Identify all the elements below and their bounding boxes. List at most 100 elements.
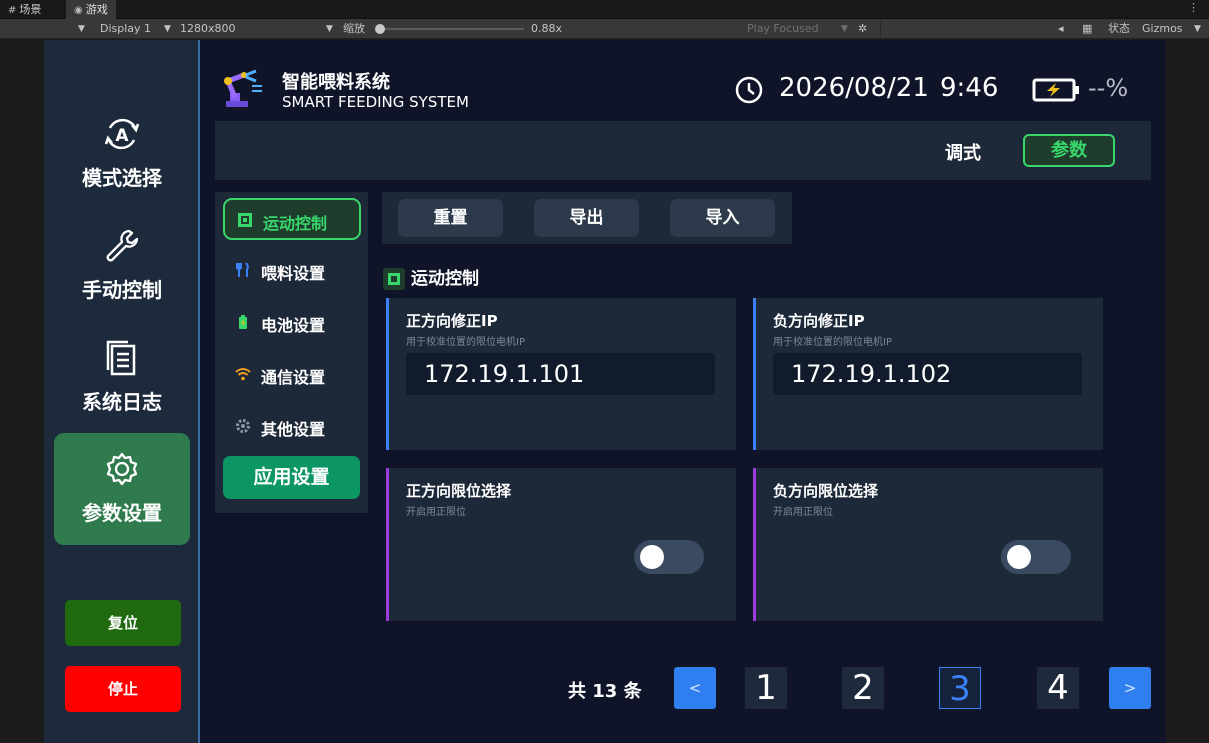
sidebar-item-parameter-settings[interactable]: 参数设置 — [54, 433, 190, 545]
more-icon[interactable]: ⋮ — [1188, 1, 1199, 14]
tab-game[interactable]: ◉ 游戏 — [66, 0, 116, 19]
chip-icon — [237, 212, 253, 228]
battery-charging-icon — [1032, 78, 1080, 106]
page-button-1[interactable]: 1 — [745, 667, 787, 709]
page-button-3[interactable]: 3 — [939, 667, 981, 709]
positive-limit-card: 正方向限位选择 开启用正限位 — [386, 468, 736, 621]
game-toolbar: ▼ Display 1 ▼ 1280x800 ▼ 缩放 0.88x Play F… — [0, 19, 1209, 39]
chevron-down-icon[interactable]: ▼ — [78, 19, 85, 39]
stop-button[interactable]: 停止 — [65, 666, 181, 712]
reset-button[interactable]: 复位 — [65, 600, 181, 646]
card-subtitle: 开启用正限位 — [406, 507, 466, 518]
keyboard-icon[interactable]: ▦ — [1082, 19, 1092, 39]
play-mode-dropdown[interactable]: Play Focused — [747, 19, 819, 39]
document-icon — [102, 338, 142, 382]
divider — [880, 21, 881, 37]
svg-text:A: A — [115, 126, 129, 146]
import-button[interactable]: 导入 — [670, 199, 775, 237]
sidebar-item-manual-control[interactable]: 手动控制 — [54, 210, 190, 322]
reset-defaults-button[interactable]: 重置 — [398, 199, 503, 237]
subnav-item-label: 电池设置 — [261, 316, 326, 335]
gear-icon — [102, 449, 142, 493]
subnav-item-feeding-settings[interactable]: 喂料设置 — [223, 250, 361, 292]
section-title: 运动控制 — [383, 264, 479, 290]
card-title: 负方向修正IP — [773, 312, 865, 330]
zoom-slider-track[interactable] — [384, 28, 524, 30]
card-title: 负方向限位选择 — [773, 482, 879, 500]
tab-game-label: 游戏 — [85, 3, 108, 16]
stats-button[interactable]: 状态 — [1108, 19, 1130, 39]
subnav-item-communication-settings[interactable]: 通信设置 — [223, 354, 361, 396]
audio-icon[interactable]: ◂ — [1058, 19, 1064, 39]
toggle-knob — [1007, 545, 1031, 569]
subnav-item-label: 通信设置 — [261, 368, 326, 387]
positive-ip-card: 正方向修正IP 用于校准位置的限位电机IP 172.19.1.101 — [386, 298, 736, 450]
card-title: 正方向修正IP — [406, 312, 498, 330]
settings-subnav: 运动控制 喂料设置 电池设置 通信设置 其他设置 应用设置 — [215, 192, 368, 513]
sidebar-item-label: 系统日志 — [82, 390, 162, 414]
app-title: 智能喂料系统 — [282, 72, 390, 93]
chip-icon — [383, 268, 405, 290]
chevron-down-icon[interactable]: ▼ — [1194, 19, 1201, 39]
main-sidebar: A 模式选择 手动控制 系统日志 参数设置 复位 停止 — [44, 40, 200, 743]
display-dropdown[interactable]: Display 1 — [100, 19, 151, 39]
app-subtitle: SMART FEEDING SYSTEM — [282, 93, 469, 111]
sidebar-item-label: 参数设置 — [82, 501, 162, 525]
card-subtitle: 用于校准位置的限位电机IP — [773, 337, 892, 348]
game-screen: A 模式选择 手动控制 系统日志 参数设置 复位 停止 智能喂料系统 SMART… — [44, 40, 1166, 743]
sidebar-item-mode-select[interactable]: A 模式选择 — [54, 98, 190, 210]
wrench-icon — [102, 226, 142, 270]
card-title: 正方向限位选择 — [406, 482, 512, 500]
clock-icon — [735, 76, 763, 108]
battery-icon — [235, 314, 251, 330]
subnav-item-label: 喂料设置 — [261, 264, 326, 283]
gizmos-button[interactable]: Gizmos — [1142, 19, 1183, 39]
section-title-label: 运动控制 — [411, 269, 479, 289]
battery-level: --% — [1088, 74, 1129, 102]
page-button-4[interactable]: 4 — [1037, 667, 1079, 709]
sidebar-item-label: 模式选择 — [82, 166, 162, 190]
subnav-item-battery-settings[interactable]: 电池设置 — [223, 302, 361, 344]
positive-limit-toggle[interactable] — [634, 540, 704, 574]
editor-tab-bar: # 场景 ◉ 游戏 ⋮ — [0, 0, 1209, 19]
chevron-down-icon[interactable]: ▼ — [841, 19, 848, 39]
zoom-value: 0.88x — [531, 22, 563, 35]
sidebar-item-label: 手动控制 — [82, 278, 162, 302]
resolution-dropdown[interactable]: 1280x800 — [180, 19, 236, 39]
sidebar-item-system-log[interactable]: 系统日志 — [54, 322, 190, 434]
subnav-item-motion-control[interactable]: 运动控制 — [223, 198, 361, 240]
bug-icon[interactable]: ✲ — [858, 19, 867, 39]
tab-scene[interactable]: # 场景 — [0, 0, 49, 19]
wifi-icon — [235, 366, 251, 382]
action-bar: 重置 导出 导入 — [382, 192, 792, 244]
gamepad-icon: ◉ — [74, 5, 83, 16]
auto-mode-icon: A — [102, 114, 142, 158]
subnav-item-other-settings[interactable]: 其他设置 — [223, 406, 361, 448]
grid-icon: # — [8, 5, 17, 16]
negative-limit-toggle[interactable] — [1001, 540, 1071, 574]
mode-bar: 调式 参数 — [215, 121, 1151, 180]
apply-settings-button[interactable]: 应用设置 — [223, 456, 360, 499]
current-time: 9:46 — [940, 73, 999, 103]
chevron-down-icon[interactable]: ▼ — [326, 19, 333, 39]
export-button[interactable]: 导出 — [534, 199, 639, 237]
page-button-2[interactable]: 2 — [842, 667, 884, 709]
next-page-button[interactable]: > — [1109, 667, 1151, 709]
negative-ip-card: 负方向修正IP 用于校准位置的限位电机IP 172.19.1.102 — [753, 298, 1103, 450]
negative-ip-input[interactable]: 172.19.1.102 — [773, 353, 1082, 395]
negative-limit-card: 负方向限位选择 开启用正限位 — [753, 468, 1103, 621]
subnav-item-label: 其他设置 — [261, 420, 326, 439]
toggle-knob — [640, 545, 664, 569]
zoom-slider-handle[interactable] — [375, 24, 385, 34]
tab-debug[interactable]: 调式 — [945, 139, 981, 165]
chevron-down-icon[interactable]: ▼ — [164, 19, 171, 39]
current-date: 2026/08/21 — [779, 73, 929, 103]
total-count: 共 13 条 — [568, 681, 642, 702]
utensils-icon — [235, 262, 251, 278]
prev-page-button[interactable]: < — [674, 667, 716, 709]
subnav-item-label: 运动控制 — [263, 214, 328, 233]
tab-parameters[interactable]: 参数 — [1023, 134, 1115, 167]
positive-ip-input[interactable]: 172.19.1.101 — [406, 353, 715, 395]
robot-arm-logo-icon — [222, 67, 264, 113]
card-subtitle: 开启用正限位 — [773, 507, 833, 518]
